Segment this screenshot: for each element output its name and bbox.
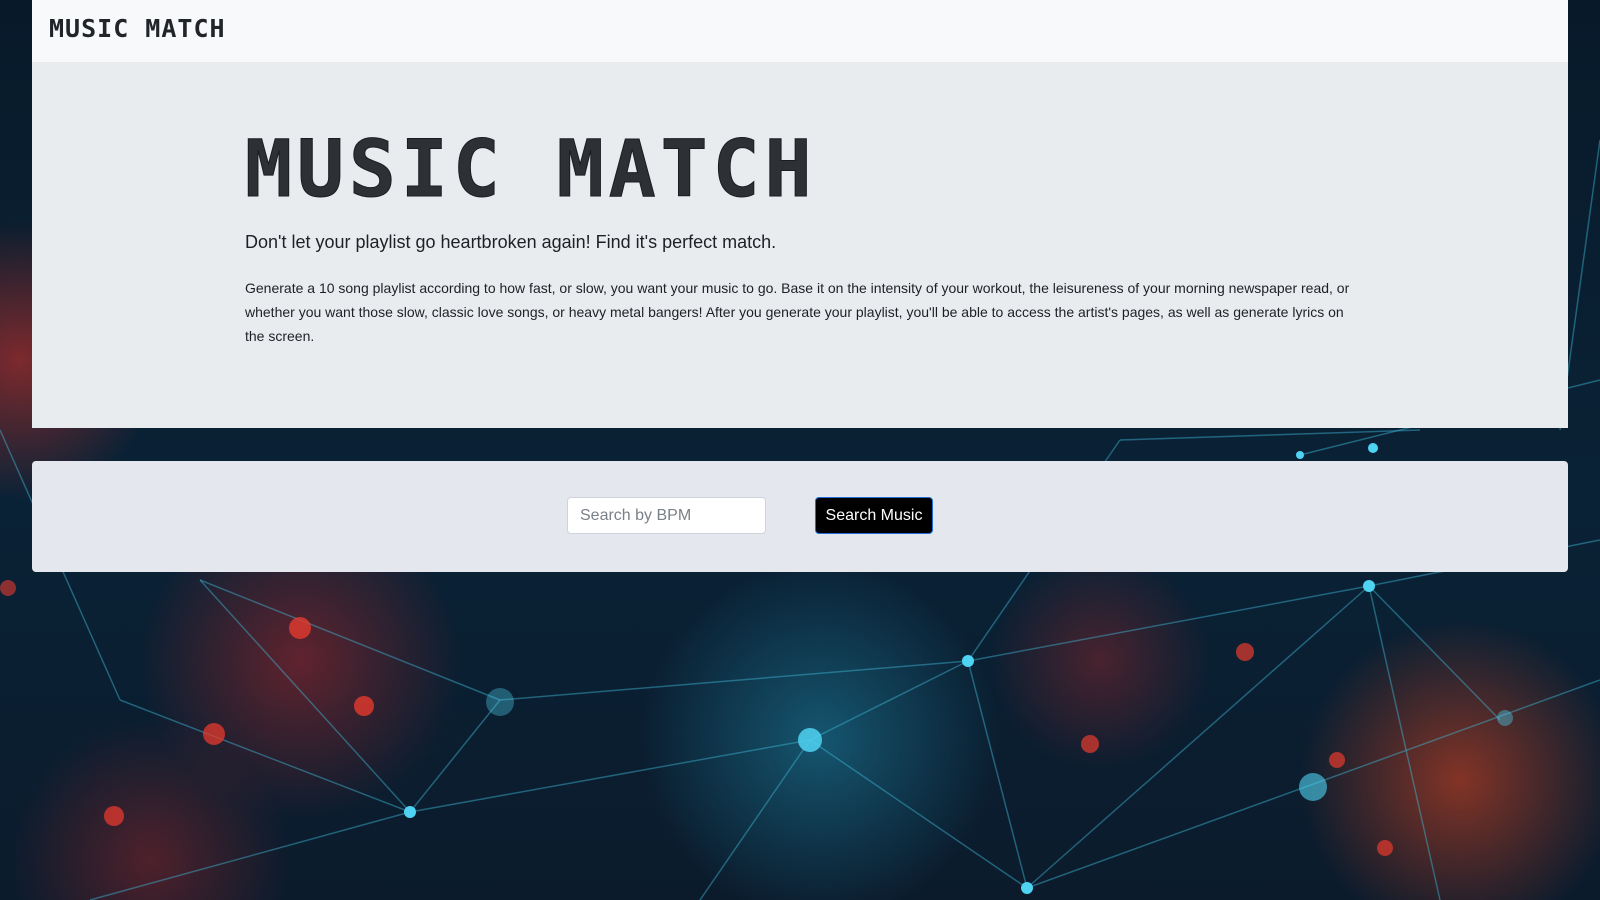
bpm-search-input[interactable] [567,497,766,534]
hero-section: MUSIC MATCH Don't let your playlist go h… [32,62,1568,428]
hero-description: Generate a 10 song playlist according to… [245,280,1350,344]
navbar: MUSIC MATCH [32,0,1568,62]
hero-tagline: Don't let your playlist go heartbroken a… [245,232,777,252]
search-panel: Search Music [32,461,1568,572]
search-music-button[interactable]: Search Music [815,497,933,534]
navbar-brand[interactable]: MUSIC MATCH [49,14,226,43]
hero-title: MUSIC MATCH [245,125,817,216]
